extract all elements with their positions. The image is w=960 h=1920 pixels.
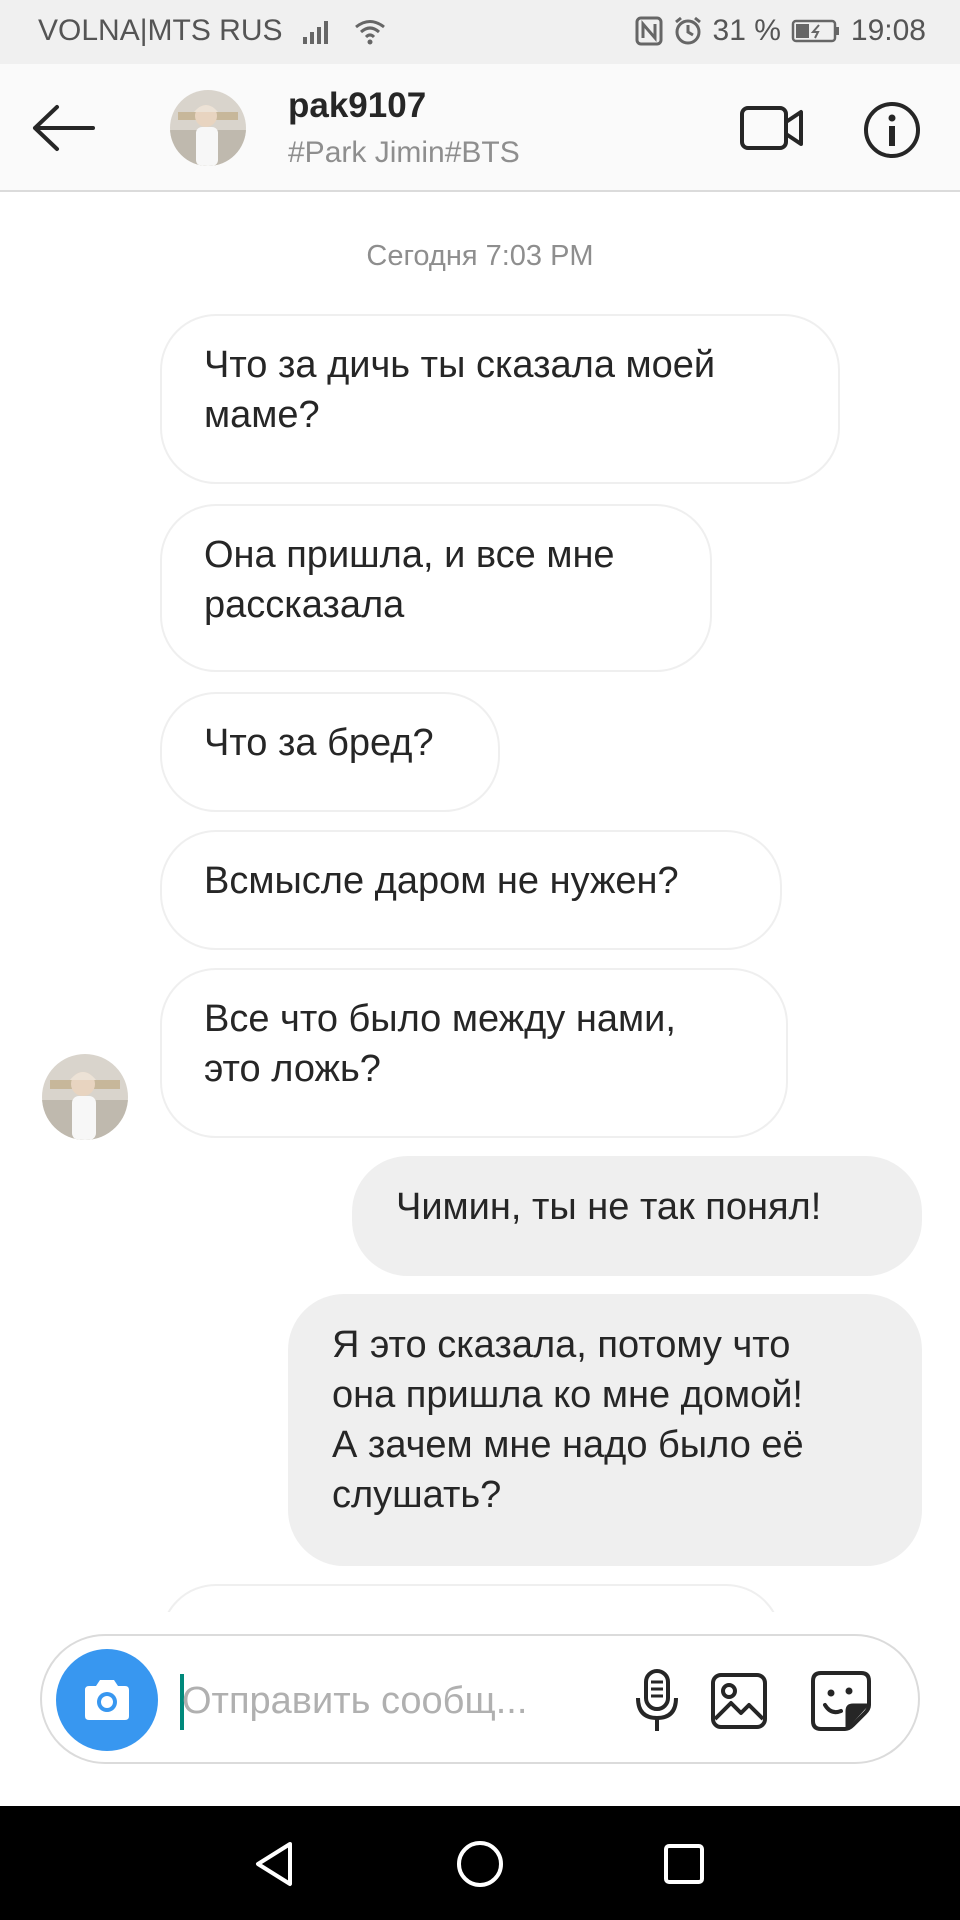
message-line: слушать? [332, 1474, 502, 1516]
message-line: Она пришла, и все мне [204, 534, 615, 576]
message-bubble[interactable]: Все что было между нами, это ложь? [160, 968, 788, 1138]
camera-icon [85, 1680, 129, 1720]
message-line: это ложь? [204, 1048, 381, 1090]
home-circle-icon [457, 1841, 503, 1887]
message-line: маме? [204, 394, 320, 436]
message-line: Чимин, ты не так понял! [396, 1186, 822, 1228]
back-arrow-icon [33, 105, 95, 151]
message-bubble[interactable]: Что за бред? [160, 692, 500, 812]
message-line: Я это сказала, потому что [332, 1324, 791, 1366]
camera-button[interactable] [56, 1649, 158, 1751]
signal-icon [301, 17, 335, 45]
carrier-label: VOLNA|MTS RUS [38, 14, 283, 47]
message-line: А зачем мне надо было её [332, 1424, 804, 1466]
message-line: она пришла ко мне домой! [332, 1374, 803, 1416]
message-bubble[interactable]: Что за дичь ты сказала моей маме? [160, 314, 840, 484]
nav-recents-button[interactable] [654, 1834, 714, 1894]
chat-username[interactable]: pak9107 [288, 86, 426, 126]
alarm-icon [673, 16, 703, 46]
message-line: Что за бред? [204, 722, 434, 764]
gallery-button[interactable] [702, 1664, 776, 1738]
message-bubble[interactable]: Я это сказала, потому что она пришла ко … [288, 1294, 922, 1566]
message-timestamp: Сегодня 7:03 PM [366, 240, 594, 272]
sticker-icon [811, 1671, 871, 1731]
back-button[interactable] [28, 100, 100, 156]
wifi-icon [353, 17, 387, 45]
microphone-icon [636, 1669, 678, 1731]
status-bar: VOLNA|MTS RUS 31 % 19:08 [0, 0, 960, 64]
message-line: Все что было между нами, [204, 998, 676, 1040]
message-composer [40, 1634, 920, 1764]
avatar[interactable] [170, 90, 246, 166]
video-call-icon [740, 106, 803, 150]
battery-percent: 31 % [712, 14, 781, 47]
nfc-icon [635, 16, 663, 46]
message-bubble[interactable]: Чимин, ты не так понял! [352, 1156, 922, 1276]
chat-subtitle: #Park Jimin#BTS [288, 136, 520, 169]
message-line: Что за дичь ты сказала моей [204, 344, 716, 386]
sender-avatar[interactable] [42, 1054, 128, 1140]
message-bubble-partial[interactable] [160, 1584, 782, 1612]
nav-home-button[interactable] [450, 1834, 510, 1894]
back-triangle-icon [256, 1842, 292, 1886]
info-button[interactable] [862, 100, 922, 160]
sticker-button[interactable] [804, 1664, 878, 1738]
gallery-icon [711, 1673, 767, 1729]
info-icon [864, 102, 920, 158]
message-thread[interactable]: Сегодня 7:03 PM Что за дичь ты сказала м… [0, 194, 960, 1612]
chat-header: pak9107 #Park Jimin#BTS [0, 64, 960, 192]
recents-square-icon [664, 1844, 704, 1884]
video-call-button[interactable] [736, 98, 808, 158]
message-line: Всмысле даром не нужен? [204, 860, 679, 902]
nav-back-button[interactable] [244, 1834, 304, 1894]
message-bubble[interactable]: Всмысле даром не нужен? [160, 830, 782, 950]
message-bubble[interactable]: Она пришла, и все мне рассказала [160, 504, 712, 672]
message-line: рассказала [204, 584, 405, 626]
voice-message-button[interactable] [620, 1664, 694, 1738]
system-navigation-bar [0, 1806, 960, 1920]
battery-icon [791, 18, 841, 44]
clock: 19:08 [850, 14, 926, 47]
message-input[interactable] [182, 1666, 612, 1736]
